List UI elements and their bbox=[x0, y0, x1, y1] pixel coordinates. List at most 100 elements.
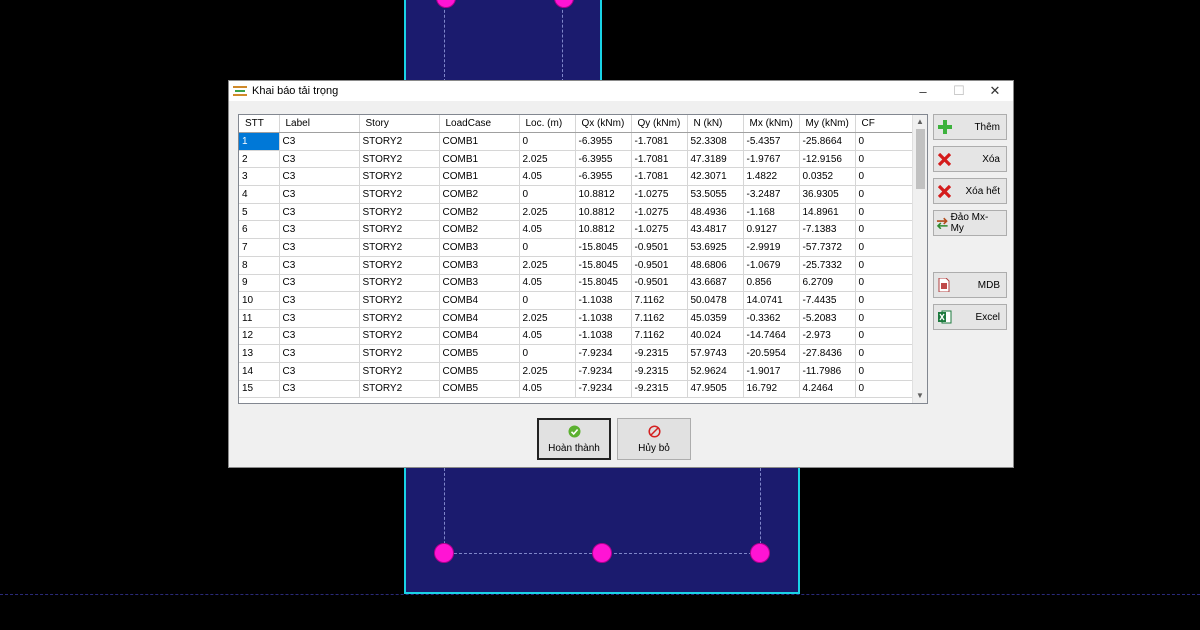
table-cell[interactable]: -1.1038 bbox=[575, 291, 632, 310]
table-cell[interactable]: 1 bbox=[239, 132, 280, 151]
table-cell[interactable]: -1.7081 bbox=[631, 167, 688, 187]
table-cell[interactable]: 15 bbox=[239, 380, 280, 399]
table-cell[interactable]: STORY2 bbox=[359, 327, 440, 346]
table-row[interactable]: 9 C3 STORY2 COMB3 4.05 -15.8045 -0.9501 43.6687… bbox=[239, 274, 916, 293]
table-cell[interactable]: -11.7986 bbox=[799, 362, 856, 381]
column-header[interactable]: Mx (kNm) bbox=[743, 115, 800, 133]
table-cell[interactable]: STORY2 bbox=[359, 362, 440, 381]
column-header[interactable]: CF bbox=[855, 115, 916, 133]
table-cell[interactable]: 0.0352 bbox=[799, 167, 856, 187]
table-cell[interactable]: -1.1038 bbox=[575, 327, 632, 346]
table-cell[interactable]: 6 bbox=[239, 220, 280, 240]
table-cell[interactable]: 13 bbox=[239, 344, 280, 363]
table-cell[interactable]: 10 bbox=[239, 291, 280, 310]
table-cell[interactable]: -3.2487 bbox=[743, 185, 800, 204]
table-cell[interactable]: 0.856 bbox=[743, 274, 800, 293]
add-button[interactable]: Thêm bbox=[933, 114, 1007, 140]
table-cell[interactable]: -2.973 bbox=[799, 327, 856, 346]
table-cell[interactable]: COMB3 bbox=[439, 238, 520, 257]
table-cell[interactable]: 4.05 bbox=[519, 220, 576, 240]
table-cell[interactable]: 0 bbox=[519, 291, 576, 310]
table-cell[interactable]: 14.0741 bbox=[743, 291, 800, 310]
table-cell[interactable]: -14.7464 bbox=[743, 327, 800, 346]
table-cell[interactable]: 36.9305 bbox=[799, 185, 856, 204]
table-cell[interactable]: STORY2 bbox=[359, 344, 440, 363]
table-cell[interactable]: -1.7081 bbox=[631, 150, 688, 169]
table-cell[interactable]: 4.05 bbox=[519, 327, 576, 346]
table-cell[interactable]: C3 bbox=[279, 220, 360, 240]
table-cell[interactable]: C3 bbox=[279, 203, 360, 222]
table-cell[interactable]: COMB2 bbox=[439, 220, 520, 240]
table-cell[interactable]: STORY2 bbox=[359, 150, 440, 169]
table-row[interactable]: 7 C3 STORY2 COMB3 0 -15.8045 -0.9501 53.6925 -2.… bbox=[239, 238, 916, 257]
table-row[interactable]: 13 C3 STORY2 COMB5 0 -7.9234 -9.2315 57.9743 -20… bbox=[239, 344, 916, 363]
table-cell[interactable]: 0 bbox=[855, 291, 916, 310]
table-cell[interactable]: STORY2 bbox=[359, 132, 440, 151]
table-cell[interactable]: 1.4822 bbox=[743, 167, 800, 187]
table-cell[interactable]: 0 bbox=[855, 256, 916, 275]
table-cell[interactable]: STORY2 bbox=[359, 256, 440, 275]
table-cell[interactable]: C3 bbox=[279, 185, 360, 204]
table-cell[interactable]: 0 bbox=[519, 344, 576, 363]
table-cell[interactable]: 0 bbox=[855, 185, 916, 204]
table-cell[interactable]: COMB2 bbox=[439, 203, 520, 222]
column-header[interactable]: Loc. (m) bbox=[519, 115, 576, 133]
vertical-scrollbar[interactable]: ▲ ▼ bbox=[912, 115, 927, 403]
table-cell[interactable]: -15.8045 bbox=[575, 256, 632, 275]
table-cell[interactable]: C3 bbox=[279, 238, 360, 257]
table-row[interactable]: 10 C3 STORY2 COMB4 0 -1.1038 7.1162 50.0478 14.0… bbox=[239, 291, 916, 310]
table-cell[interactable]: COMB3 bbox=[439, 274, 520, 293]
table-cell[interactable]: -1.0275 bbox=[631, 185, 688, 204]
table-cell[interactable]: -1.9767 bbox=[743, 150, 800, 169]
table-cell[interactable]: -5.4357 bbox=[743, 132, 800, 151]
table-cell[interactable]: 2.025 bbox=[519, 256, 576, 275]
table-cell[interactable]: C3 bbox=[279, 256, 360, 275]
column-header[interactable]: Qy (kNm) bbox=[631, 115, 688, 133]
table-cell[interactable]: -1.1038 bbox=[575, 309, 632, 328]
table-cell[interactable]: -1.168 bbox=[743, 203, 800, 222]
table-cell[interactable]: -1.0275 bbox=[631, 220, 688, 240]
table-cell[interactable]: 52.3308 bbox=[687, 132, 744, 151]
table-cell[interactable]: COMB5 bbox=[439, 344, 520, 363]
table-row[interactable]: 3 C3 STORY2 COMB1 4.05 -6.3955 -1.7081 42.3071 1… bbox=[239, 167, 916, 187]
table-cell[interactable]: COMB4 bbox=[439, 309, 520, 328]
table-cell[interactable]: 7 bbox=[239, 238, 280, 257]
minimize-button[interactable]: – bbox=[905, 81, 941, 101]
table-cell[interactable]: 10.8812 bbox=[575, 220, 632, 240]
table-cell[interactable]: -25.7332 bbox=[799, 256, 856, 275]
table-cell[interactable]: COMB5 bbox=[439, 362, 520, 381]
table-cell[interactable]: STORY2 bbox=[359, 167, 440, 187]
table-cell[interactable]: 4.05 bbox=[519, 380, 576, 399]
table-cell[interactable]: -6.3955 bbox=[575, 167, 632, 187]
table-cell[interactable]: -5.2083 bbox=[799, 309, 856, 328]
column-header[interactable]: Story bbox=[359, 115, 440, 133]
title-bar[interactable]: Khai báo tải trọng – ☐ ✕ bbox=[229, 81, 1013, 101]
table-cell[interactable]: COMB1 bbox=[439, 167, 520, 187]
table-cell[interactable]: 0 bbox=[855, 362, 916, 381]
load-table[interactable]: STT Label Story LoadCase Loc. (m) Qx (kNm) Qy … bbox=[238, 114, 928, 404]
table-cell[interactable]: -0.9501 bbox=[631, 238, 688, 257]
table-cell[interactable]: 5 bbox=[239, 203, 280, 222]
table-cell[interactable]: -0.9501 bbox=[631, 274, 688, 293]
table-cell[interactable]: -15.8045 bbox=[575, 274, 632, 293]
table-cell[interactable]: 0 bbox=[519, 185, 576, 204]
table-cell[interactable]: 16.792 bbox=[743, 380, 800, 399]
table-cell[interactable]: -1.7081 bbox=[631, 132, 688, 151]
table-cell[interactable]: 0 bbox=[519, 132, 576, 151]
table-row[interactable]: 12 C3 STORY2 COMB4 4.05 -1.1038 7.1162 40.024 -1… bbox=[239, 327, 916, 346]
table-cell[interactable]: STORY2 bbox=[359, 291, 440, 310]
column-header[interactable]: STT bbox=[239, 115, 280, 133]
column-header[interactable]: LoadCase bbox=[439, 115, 520, 133]
scroll-down-icon[interactable]: ▼ bbox=[913, 389, 927, 403]
table-cell[interactable]: 2.025 bbox=[519, 203, 576, 222]
table-cell[interactable]: COMB3 bbox=[439, 256, 520, 275]
table-cell[interactable]: -7.9234 bbox=[575, 344, 632, 363]
scroll-up-icon[interactable]: ▲ bbox=[913, 115, 927, 129]
table-cell[interactable]: 4.2464 bbox=[799, 380, 856, 399]
table-cell[interactable]: 0 bbox=[855, 327, 916, 346]
table-cell[interactable]: -7.9234 bbox=[575, 362, 632, 381]
delete-all-button[interactable]: Xóa hết bbox=[933, 178, 1007, 204]
column-header[interactable]: Label bbox=[279, 115, 360, 133]
table-cell[interactable]: 45.0359 bbox=[687, 309, 744, 328]
table-cell[interactable]: C3 bbox=[279, 132, 360, 151]
